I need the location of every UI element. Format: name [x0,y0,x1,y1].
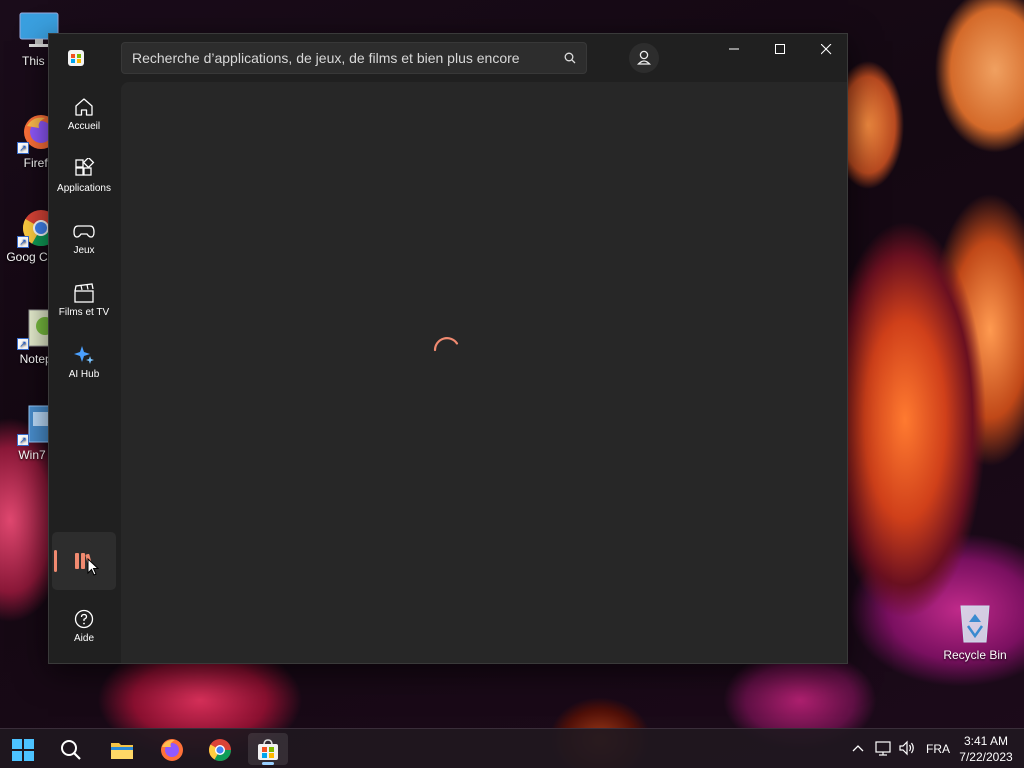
recycle-bin-label: Recycle Bin [943,648,1007,662]
search-icon[interactable] [564,52,576,64]
clapperboard-icon [74,283,94,303]
taskbar-chrome[interactable] [200,733,240,765]
gamepad-icon [73,225,95,238]
start-button[interactable] [4,733,44,765]
close-button[interactable] [803,34,849,66]
nav-item-jeux[interactable]: Jeux [52,208,116,266]
taskbar-search-button[interactable] [52,733,92,765]
store-logo-icon [68,50,84,66]
chevron-up-icon[interactable] [852,743,864,753]
clock-time: 3:41 AM [963,734,1009,748]
title-bar[interactable]: Recherche d’applications, de jeux, de fi… [49,34,847,82]
taskbar-microsoft-store[interactable] [248,733,288,765]
clock[interactable]: 3:41 AM 7/22/2023 [952,733,1020,765]
sparkle-icon [74,346,94,364]
close-icon [821,44,832,55]
nav-label: Aide [73,633,94,644]
language-indicator[interactable]: FRA [926,742,950,756]
taskbar-file-explorer[interactable] [102,733,142,765]
nav-item-accueil[interactable]: Accueil [52,84,116,142]
nav-label: Films et TV [58,307,110,318]
nav-item-films-tv[interactable]: Films et TV [52,270,116,328]
nav-item-ai-hub[interactable]: AI Hub [52,332,116,390]
shortcut-arrow-icon: ↗ [17,434,29,446]
nav-label: Accueil [67,121,101,132]
shortcut-arrow-icon: ↗ [17,142,29,154]
maximize-icon [775,44,785,54]
nav-label: Jeux [73,245,95,256]
person-icon [637,50,651,65]
account-button[interactable] [629,43,659,73]
desktop-icon-recycle-bin[interactable]: Recycle Bin [940,600,1010,662]
recycle-bin-icon [960,605,990,643]
nav-label: AI Hub [68,369,100,380]
nav-item-aide[interactable]: Aide [52,596,116,654]
mouse-cursor-icon [87,558,99,576]
maximize-button[interactable] [757,34,803,66]
taskbar: FRA 3:41 AM 7/22/2023 [0,728,1024,768]
network-icon[interactable] [874,739,892,757]
library-button[interactable] [52,532,116,590]
search-icon [61,740,81,760]
minimize-icon [729,48,739,50]
chrome-icon [209,739,231,761]
minimize-button[interactable] [711,34,757,66]
taskbar-firefox[interactable] [152,733,192,765]
store-bag-icon [258,739,278,760]
windows-logo-icon [12,739,34,761]
home-icon [75,98,93,116]
nav-item-applications[interactable]: Applications [52,146,116,204]
loading-spinner-icon [433,337,459,352]
shortcut-arrow-icon: ↗ [17,338,29,350]
apps-icon [75,158,95,176]
volume-icon[interactable] [898,739,916,757]
selected-indicator [54,550,57,572]
store-window: Recherche d’applications, de jeux, de fi… [48,33,848,664]
main-content [121,82,847,663]
firefox-icon [161,739,183,761]
search-input[interactable]: Recherche d’applications, de jeux, de fi… [121,42,587,74]
folder-icon [111,743,133,759]
search-placeholder: Recherche d’applications, de jeux, de fi… [132,50,520,66]
nav-label: Applications [57,183,111,194]
shortcut-arrow-icon: ↗ [17,236,29,248]
help-icon [74,609,94,629]
clock-date: 7/22/2023 [959,750,1013,764]
